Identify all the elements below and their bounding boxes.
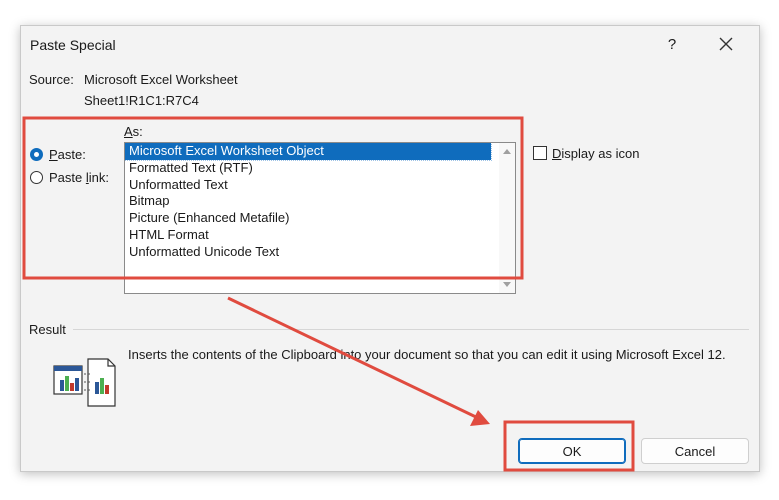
list-item[interactable]: Formatted Text (RTF)	[125, 160, 491, 177]
list-item[interactable]: Unformatted Text	[125, 177, 491, 194]
source-label: Source:	[29, 72, 74, 87]
list-item[interactable]: HTML Format	[125, 227, 491, 244]
dialog-title: Paste Special	[30, 37, 116, 53]
result-description: Inserts the contents of the Clipboard in…	[128, 347, 726, 362]
title-bar: Paste Special ?	[21, 26, 759, 62]
cancel-button[interactable]: Cancel	[641, 438, 749, 464]
paste-radio-label[interactable]: Paste:	[49, 147, 86, 162]
display-as-icon-label[interactable]: Display as icon	[552, 146, 639, 161]
paste-radio[interactable]	[30, 148, 43, 161]
scroll-down-arrow-icon[interactable]	[503, 282, 511, 287]
help-button[interactable]: ?	[655, 32, 689, 56]
close-icon	[719, 37, 733, 51]
paste-result-icon	[53, 358, 116, 407]
listbox-scrollbar[interactable]	[499, 143, 515, 293]
list-item[interactable]: Unformatted Unicode Text	[125, 244, 491, 261]
paste-link-radio-label[interactable]: Paste link:	[49, 170, 109, 185]
paste-as-listbox[interactable]: Microsoft Excel Worksheet Object Formatte…	[124, 142, 516, 294]
source-value: Microsoft Excel Worksheet	[84, 72, 238, 87]
result-separator	[73, 329, 749, 330]
listbox-items: Microsoft Excel Worksheet Object Formatte…	[125, 143, 515, 261]
list-item[interactable]: Microsoft Excel Worksheet Object	[125, 143, 492, 161]
as-label: As:	[124, 124, 143, 139]
list-item[interactable]: Picture (Enhanced Metafile)	[125, 210, 491, 227]
result-label: Result	[29, 322, 66, 337]
ok-button[interactable]: OK	[518, 438, 626, 464]
paste-link-radio[interactable]	[30, 171, 43, 184]
paste-special-dialog: Paste Special ? Source: Microsoft Excel …	[20, 25, 760, 472]
list-item[interactable]: Bitmap	[125, 193, 491, 210]
display-as-icon-checkbox[interactable]	[533, 146, 547, 160]
close-button[interactable]	[709, 32, 743, 56]
source-range: Sheet1!R1C1:R7C4	[84, 93, 199, 108]
scroll-up-arrow-icon[interactable]	[503, 149, 511, 154]
